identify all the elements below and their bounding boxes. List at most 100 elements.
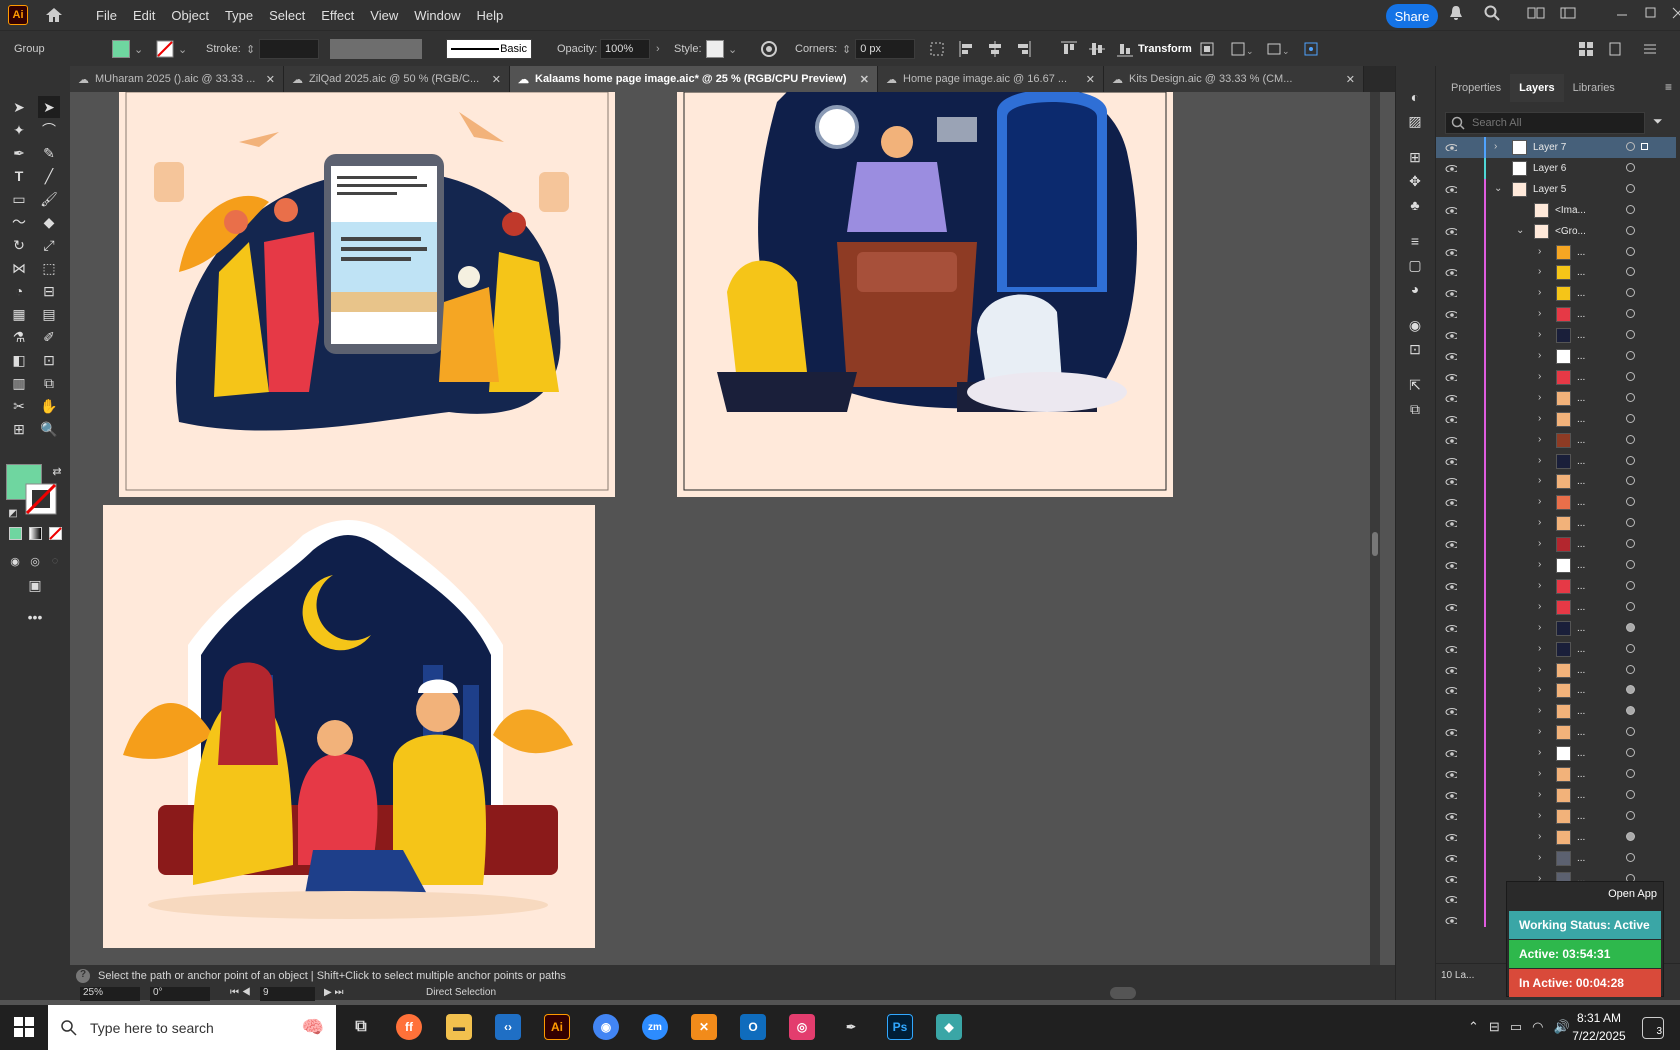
- brushes-icon[interactable]: ⊡: [1404, 338, 1426, 360]
- target-circle-icon[interactable]: [1626, 727, 1635, 737]
- stroke-none-swatch[interactable]: [156, 40, 174, 58]
- chevron-right-icon[interactable]: ›: [1538, 496, 1541, 507]
- none-mode-icon[interactable]: [49, 527, 62, 540]
- windows-start-icon[interactable]: [14, 1017, 34, 1037]
- hand-tool-icon[interactable]: ✋: [38, 395, 60, 417]
- target-circle-icon[interactable]: [1626, 434, 1635, 444]
- chevron-right-icon[interactable]: ›: [1538, 789, 1541, 800]
- chevron-right-icon[interactable]: ›: [656, 43, 660, 55]
- rectangle-tool-icon[interactable]: ▭: [8, 188, 30, 210]
- target-circle-icon[interactable]: [1626, 225, 1635, 235]
- close-icon[interactable]: ✕: [258, 73, 275, 86]
- layers-search-input[interactable]: [1472, 117, 1632, 129]
- shape-builder-icon[interactable]: ◔: [8, 280, 30, 302]
- chevron-up-icon[interactable]: ⌃: [1468, 1019, 1479, 1035]
- battery-icon[interactable]: ▭: [1510, 1019, 1522, 1035]
- links-icon[interactable]: ⊞: [1404, 146, 1426, 168]
- visibility-eye-icon[interactable]: [1445, 666, 1457, 674]
- visibility-eye-icon[interactable]: [1445, 415, 1457, 423]
- line-tool-icon[interactable]: ╱: [38, 165, 60, 187]
- target-circle-icon[interactable]: [1626, 643, 1635, 653]
- home-icon[interactable]: [44, 5, 64, 25]
- swap-colors-icon[interactable]: ⇄: [46, 460, 68, 482]
- visibility-eye-icon[interactable]: [1445, 185, 1457, 193]
- shaper-tool-icon[interactable]: 〜: [8, 211, 30, 233]
- taskbar-search[interactable]: Type here to search 🧠: [48, 1005, 336, 1050]
- visibility-eye-icon[interactable]: [1445, 603, 1457, 611]
- illustrator-taskbar-icon[interactable]: Ai: [544, 1014, 570, 1040]
- target-circle-icon[interactable]: [1626, 476, 1635, 486]
- artboard-2[interactable]: [677, 92, 1173, 497]
- align-top-icon[interactable]: [1060, 40, 1078, 58]
- firefox-icon[interactable]: ff: [396, 1014, 422, 1040]
- artboard-1[interactable]: [119, 92, 615, 497]
- chevron-right-icon[interactable]: ›: [1538, 664, 1541, 675]
- panel-arrange-icon[interactable]: [1578, 41, 1594, 57]
- chevron-right-icon[interactable]: ›: [1538, 684, 1541, 695]
- taskbar-clock[interactable]: 8:31 AM 7/22/2025: [1566, 1011, 1632, 1043]
- target-circle-icon[interactable]: [1626, 413, 1635, 423]
- visibility-eye-icon[interactable]: [1445, 791, 1457, 799]
- visibility-eye-icon[interactable]: [1445, 310, 1457, 319]
- target-circle-icon[interactable]: [1626, 622, 1635, 632]
- layer-row[interactable]: Layer 6: [1436, 157, 1676, 179]
- menu-edit[interactable]: Edit: [125, 8, 163, 23]
- column-graph-icon[interactable]: ▥: [8, 372, 30, 394]
- chevron-right-icon[interactable]: ›: [1538, 475, 1541, 486]
- chevron-right-icon[interactable]: ›: [1538, 392, 1541, 403]
- align-right-icon[interactable]: [1014, 40, 1032, 58]
- layer-row[interactable]: ⌄ <Gro...: [1436, 220, 1676, 242]
- sublayer-row[interactable]: ›...: [1436, 387, 1676, 409]
- visibility-eye-icon[interactable]: [1445, 289, 1457, 298]
- transform-button[interactable]: Transform: [1138, 38, 1192, 60]
- sublayer-row[interactable]: ›...: [1436, 826, 1676, 848]
- visibility-eye-icon[interactable]: [1445, 477, 1457, 486]
- target-circle-icon[interactable]: [1626, 183, 1635, 193]
- gradient-panel-icon[interactable]: ▢: [1404, 254, 1426, 276]
- sublayer-row[interactable]: ›...: [1436, 408, 1676, 430]
- sublayer-row[interactable]: ›...: [1436, 743, 1676, 765]
- close-icon[interactable]: ✕: [484, 73, 501, 86]
- sublayer-row[interactable]: ›...: [1436, 534, 1676, 556]
- stepper-icon[interactable]: ⇕: [842, 43, 851, 56]
- target-circle-icon[interactable]: [1626, 497, 1635, 507]
- chevron-right-icon[interactable]: ›: [1538, 768, 1541, 779]
- chevron-down-icon[interactable]: ⌄: [1494, 183, 1502, 194]
- sublayer-row[interactable]: ›...: [1436, 555, 1676, 576]
- chevron-right-icon[interactable]: ›: [1538, 559, 1541, 570]
- visibility-eye-icon[interactable]: [1445, 707, 1457, 716]
- pen-app-icon[interactable]: ✒: [838, 1014, 864, 1040]
- target-circle-icon[interactable]: [1626, 852, 1635, 862]
- target-circle-icon[interactable]: [1626, 664, 1635, 674]
- chevron-down-icon[interactable]: ⌄: [178, 43, 187, 56]
- visibility-eye-icon[interactable]: [1445, 164, 1457, 172]
- sublayer-row[interactable]: ›...: [1436, 450, 1676, 472]
- artboard-number-field[interactable]: 9: [260, 987, 315, 1001]
- menu-select[interactable]: Select: [261, 8, 313, 23]
- curvature-tool-icon[interactable]: ✎: [38, 142, 60, 164]
- target-circle-icon[interactable]: [1626, 580, 1635, 590]
- align-middle-icon[interactable]: [1088, 40, 1106, 58]
- free-transform-icon[interactable]: ⬚: [38, 257, 60, 279]
- target-circle-icon[interactable]: [1626, 371, 1635, 381]
- vertical-scrollbar[interactable]: [1370, 92, 1380, 965]
- sublayer-row[interactable]: ›...: [1436, 492, 1676, 514]
- sublayer-row[interactable]: ›...: [1436, 805, 1676, 827]
- target-circle-icon[interactable]: [1626, 455, 1635, 465]
- visibility-eye-icon[interactable]: [1445, 331, 1457, 340]
- layer-row[interactable]: ⌄ Layer 5: [1436, 178, 1676, 200]
- magic-wand-icon[interactable]: ✦: [8, 119, 30, 141]
- visibility-eye-icon[interactable]: [1445, 352, 1457, 360]
- shape-builder-options-icon[interactable]: ⌄: [1230, 40, 1252, 58]
- chevron-right-icon[interactable]: ›: [1538, 287, 1541, 298]
- target-circle-icon[interactable]: [1626, 288, 1635, 298]
- chevron-right-icon[interactable]: ›: [1538, 371, 1541, 382]
- artboard-nav-prev-icon[interactable]: ⏮ ◀: [230, 987, 251, 998]
- corners-field[interactable]: 0 px: [855, 39, 916, 59]
- chevron-down-icon[interactable]: ⌄: [134, 43, 143, 56]
- target-circle-icon[interactable]: [1626, 831, 1635, 841]
- screen-mode-icon[interactable]: ▣: [24, 574, 46, 596]
- tracker-app-icon[interactable]: ◆: [936, 1014, 962, 1040]
- default-colors-icon[interactable]: ◩: [2, 502, 24, 524]
- more-options-icon[interactable]: [1302, 40, 1324, 58]
